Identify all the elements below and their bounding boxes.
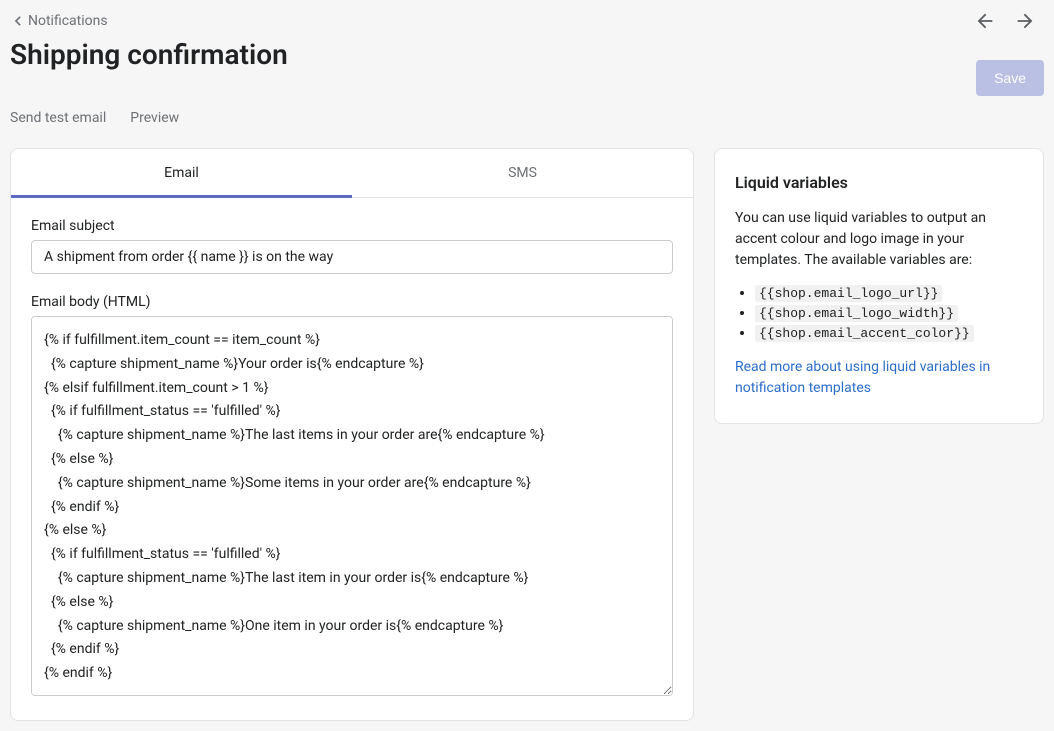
list-item: {{shop.email_logo_width}} [755,305,1023,321]
nav-next-icon[interactable] [1014,10,1036,32]
page-title: Shipping confirmation [10,38,288,71]
chevron-left-icon [10,13,26,29]
preview-link[interactable]: Preview [130,110,179,126]
liquid-variables-list: {{shop.email_logo_url}} {{shop.email_log… [735,285,1023,341]
email-body-label: Email body (HTML) [31,294,673,310]
template-tabs: Email SMS [11,149,693,198]
email-body-textarea[interactable] [31,316,673,696]
email-subject-label: Email subject [31,218,673,234]
template-editor-card: Email SMS Email subject Email body (HTML… [10,148,694,721]
list-item: {{shop.email_accent_color}} [755,325,1023,341]
nav-prev-icon[interactable] [974,10,996,32]
breadcrumb-back-link[interactable]: Notifications [10,13,108,29]
liquid-variables-card: Liquid variables You can use liquid vari… [714,148,1044,424]
liquid-docs-link[interactable]: Read more about using liquid variables i… [735,359,990,396]
liquid-variables-title: Liquid variables [735,173,1023,192]
liquid-var-code: {{shop.email_logo_url}} [755,285,942,302]
email-subject-input[interactable] [31,240,673,274]
liquid-var-code: {{shop.email_accent_color}} [755,325,974,342]
list-item: {{shop.email_logo_url}} [755,285,1023,301]
breadcrumb-label: Notifications [28,13,108,29]
tab-email[interactable]: Email [11,149,352,197]
tab-sms[interactable]: SMS [352,149,693,197]
save-button[interactable]: Save [976,60,1044,96]
liquid-var-code: {{shop.email_logo_width}} [755,305,958,322]
send-test-email-link[interactable]: Send test email [10,110,106,126]
liquid-variables-text: You can use liquid variables to output a… [735,208,1023,271]
